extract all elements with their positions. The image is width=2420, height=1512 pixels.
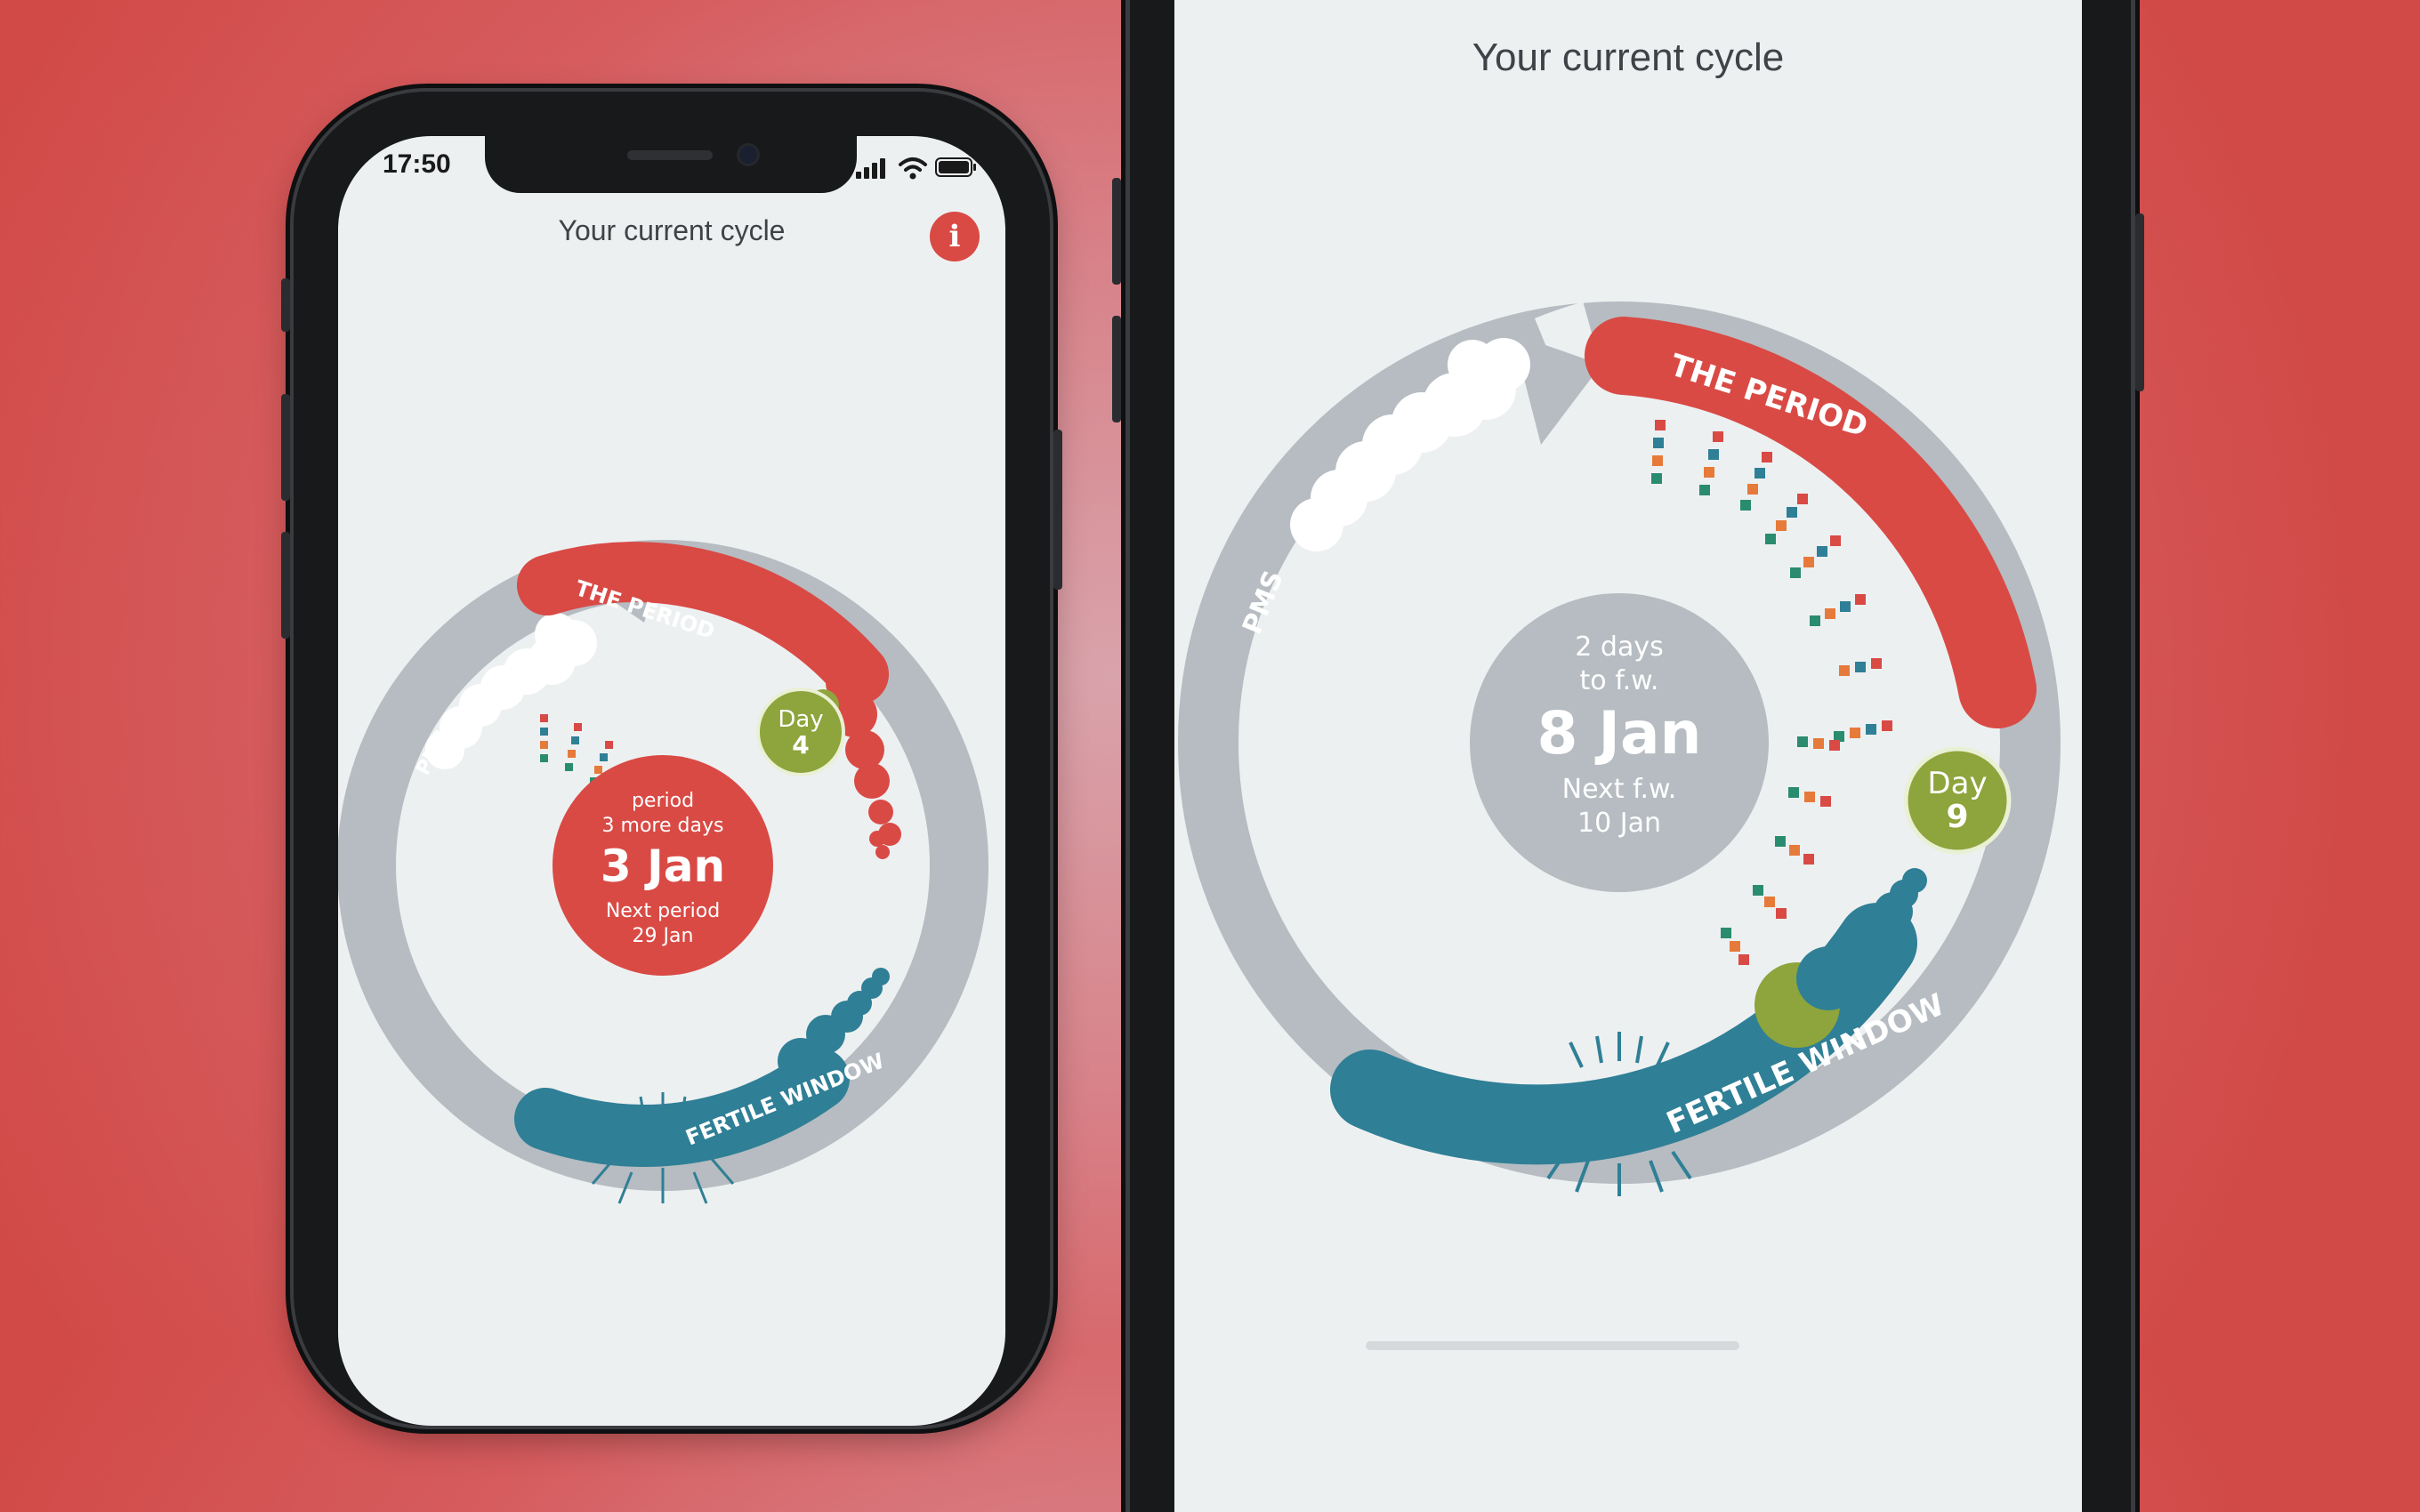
left-screen: 17:50 Your current cycle i PMS THE PERIO… [338,136,1005,1426]
volume-down-button [281,532,290,639]
right-phone: Your current cycle PMS THE PERIOD FERTIL… [1112,0,2144,1512]
home-indicator [1366,1341,1739,1350]
left-phone: 17:50 Your current cycle i PMS THE PERIO… [281,92,1062,1426]
center-next-label: Next period [606,900,720,922]
power-button [2135,213,2144,391]
center-line1: 2 days [1575,631,1663,663]
volume-up-button [281,394,290,501]
center-next-date: 10 Jan [1577,808,1661,839]
center-line2: to f.w. [1580,665,1659,696]
mute-switch [281,278,290,332]
power-button [1053,430,1062,590]
center-next-label: Next f.w. [1562,774,1677,805]
day-label: Day [1927,766,1987,801]
day-label: Day [778,706,823,733]
cycle-wheel: PMS THE PERIOD [1178,302,2061,1196]
day-marker[interactable]: Day 4 [756,688,845,776]
day-number: 4 [792,730,809,760]
day-number: 9 [1946,799,1968,835]
center-line1: period [632,790,694,812]
volume-up-button [1112,178,1121,285]
center-date: 3 Jan [601,840,725,892]
center-next-date: 29 Jan [633,925,694,947]
right-screen: Your current cycle PMS THE PERIOD FERTIL… [1174,0,2082,1512]
center-date: 8 Jan [1537,699,1702,768]
cycle-wheel: PMS THE PERIOD [338,540,988,1204]
volume-down-button [1112,316,1121,422]
day-marker[interactable]: Day 9 [1903,746,2012,855]
center-line2: 3 more days [602,815,724,837]
